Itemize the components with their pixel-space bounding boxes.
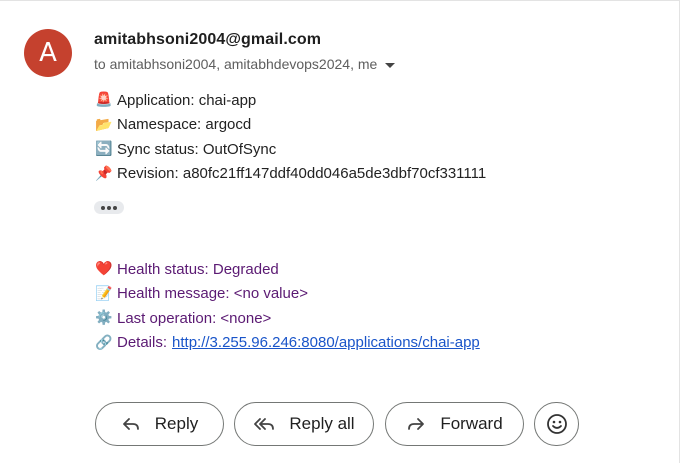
show-trimmed-content-button[interactable] [94,201,124,214]
email-message-view: A amitabhsoni2004@gmail.com to amitabhso… [0,0,680,463]
reply-all-label: Reply all [289,414,355,433]
sender-avatar[interactable]: A [24,29,72,77]
body-line-last-operation: ⚙️ Last operation: <none> [95,306,480,331]
gear-icon: ⚙️ [95,310,113,327]
folder-icon: 📂 [95,116,113,133]
reply-all-button[interactable]: Reply all [234,402,374,446]
body-line-application: 🚨 Application: chai-app [95,88,486,113]
dot [107,205,111,210]
sync-icon: 🔄 [95,141,113,158]
body-line-text: Details: [117,334,168,352]
body-line-text: Namespace: argocd [117,116,252,134]
reply-icon [121,416,141,432]
recipients-line[interactable]: to amitabhsoni2004, amitabhdevops2024, m… [94,56,396,72]
body-line-health-status: ❤️ Health status: Degraded [95,257,480,282]
body-line-text: Revision: a80fc21ff147ddf40dd046a5de3dbf… [117,165,487,183]
divider [0,0,680,1]
forward-label: Forward [440,414,503,433]
body-line-sync-status: 🔄 Sync status: OutOfSync [95,137,486,162]
recipients-text: to amitabhsoni2004, amitabhdevops2024, m… [94,56,378,72]
body-line-text: Application: chai-app [117,91,257,109]
emoji-reaction-button[interactable] [534,402,579,446]
body-line-details: 🔗 Details: http://3.255.96.246:8080/appl… [95,331,480,356]
smiley-icon [546,413,568,435]
body-line-text: Sync status: OutOfSync [117,140,277,158]
link-icon: 🔗 [95,334,113,351]
dot [113,205,117,210]
message-body-bottom: ❤️ Health status: Degraded 📝 Health mess… [95,257,480,355]
dot [101,205,105,210]
body-line-text: Health message: <no value> [117,285,308,303]
memo-icon: 📝 [95,285,113,302]
body-line-text: Health status: Degraded [117,260,279,278]
reply-all-icon [253,416,275,432]
body-line-revision: 📌 Revision: a80fc21ff147ddf40dd046a5de3d… [95,162,486,187]
body-line-text: Last operation: <none> [117,309,272,327]
heart-icon: ❤️ [95,261,113,278]
pushpin-icon: 📌 [95,165,113,182]
body-line-namespace: 📂 Namespace: argocd [95,113,486,138]
body-line-health-message: 📝 Health message: <no value> [95,282,480,307]
reply-label: Reply [154,414,199,433]
forward-button[interactable]: Forward [385,402,524,446]
chevron-down-icon[interactable] [385,62,396,68]
reply-button[interactable]: Reply [95,402,224,446]
avatar-letter: A [39,38,57,68]
forward-icon [406,416,426,432]
siren-icon: 🚨 [95,92,113,109]
details-link[interactable]: http://3.255.96.246:8080/applications/ch… [172,334,480,351]
message-body-top: 🚨 Application: chai-app 📂 Namespace: arg… [95,88,486,186]
sender-email[interactable]: amitabhsoni2004@gmail.com [94,31,321,49]
